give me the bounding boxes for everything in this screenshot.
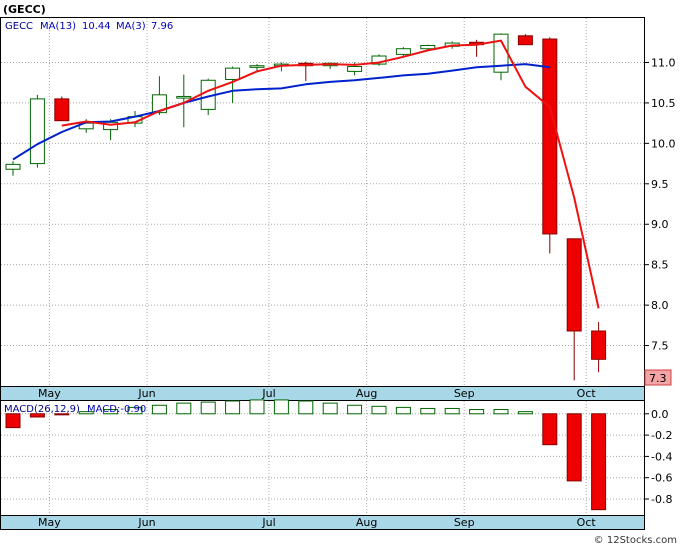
macd-bar xyxy=(395,406,411,415)
macd-bar xyxy=(566,413,582,482)
last-price-badge-label: 7.3 xyxy=(649,372,667,385)
macd-bar xyxy=(200,401,216,415)
macd-x-axis-band xyxy=(0,515,645,530)
price-y-tick-label: 8.0 xyxy=(651,299,669,312)
macd-y-tick-label: 0.0 xyxy=(651,408,669,421)
legend-ma13-value: 10.44 xyxy=(82,21,111,32)
month-label-price-axis: Sep xyxy=(454,387,475,400)
candle-body xyxy=(566,238,582,332)
macd-bar xyxy=(420,407,436,415)
macd-legend-params: MACD(26,12,9) xyxy=(4,404,80,415)
macd-y-tick-label: -0.8 xyxy=(651,493,672,506)
month-label-macd-axis: Jun xyxy=(137,516,155,529)
month-label-macd-axis: Jul xyxy=(261,516,275,529)
candle-body xyxy=(591,330,607,360)
price-y-tick-label: 10.0 xyxy=(651,137,676,150)
macd-bar xyxy=(298,400,314,415)
month-label-price-axis: May xyxy=(38,387,61,400)
macd-bar xyxy=(176,402,192,415)
month-label-price-axis: Jun xyxy=(137,387,155,400)
price-y-tick-label: 11.0 xyxy=(651,56,676,69)
candle-body xyxy=(225,67,241,80)
price-x-axis-band xyxy=(0,386,645,401)
macd-bar xyxy=(273,399,289,415)
candle-body xyxy=(347,66,363,72)
macd-bar xyxy=(322,402,338,415)
macd-bar xyxy=(371,405,387,415)
macd-bar xyxy=(225,400,241,415)
month-label-macd-axis: May xyxy=(38,516,61,529)
candle-body xyxy=(54,98,70,122)
month-label-price-axis: Jul xyxy=(261,387,275,400)
chart-title: (GECC) xyxy=(3,3,46,16)
macd-y-tick-label: -0.6 xyxy=(651,472,672,485)
macd-y-tick-label: -0.4 xyxy=(651,450,672,463)
macd-legend-value: MACD:-0.90 xyxy=(87,404,146,415)
macd-bar xyxy=(469,409,485,415)
stock-chart-container: 11.0 10.5 10.0 9.5 9.0 8.5 8.0 7.5 0.0 -0.2 -0.4 -… xyxy=(0,0,680,546)
macd-bar xyxy=(517,411,533,415)
month-label-macd-axis: Oct xyxy=(577,516,597,529)
macd-bar xyxy=(542,413,558,446)
month-label-price-axis: Oct xyxy=(577,387,597,400)
candle-body xyxy=(176,95,192,99)
watermark: © 12Stocks.com xyxy=(594,535,677,546)
month-label-macd-axis: Sep xyxy=(454,516,475,529)
legend-symbol: GECC xyxy=(5,21,33,32)
candle-body xyxy=(517,35,533,46)
price-y-tick-label: 10.5 xyxy=(651,97,676,110)
macd-bar xyxy=(151,404,167,415)
candle-body xyxy=(249,65,265,68)
month-label-macd-axis: Aug xyxy=(356,516,377,529)
macd-bar xyxy=(347,404,363,415)
candle-body xyxy=(395,48,411,55)
macd-y-axis: 0.0 -0.2 -0.4 -0.6 -0.8 xyxy=(645,408,672,506)
month-label-price-axis: Aug xyxy=(356,387,377,400)
macd-bar xyxy=(493,409,509,415)
macd-y-tick-label: -0.2 xyxy=(651,429,672,442)
candle-body xyxy=(420,44,436,50)
price-y-tick-label: 7.5 xyxy=(651,340,669,353)
price-y-axis: 11.0 10.5 10.0 9.5 9.0 8.5 8.0 7.5 xyxy=(645,56,676,353)
price-y-tick-label: 9.5 xyxy=(651,178,669,191)
macd-bar xyxy=(5,413,21,429)
stock-chart: 11.0 10.5 10.0 9.5 9.0 8.5 8.0 7.5 0.0 -0.2 -0.4 -… xyxy=(0,3,677,546)
legend-ma13-label: MA(13) xyxy=(40,21,76,32)
price-y-tick-label: 8.5 xyxy=(651,259,669,272)
macd-bar xyxy=(249,399,265,415)
candle-body xyxy=(29,98,45,165)
macd-bar xyxy=(591,413,607,511)
legend-ma3-label: MA(3) xyxy=(116,21,146,32)
price-y-tick-label: 9.0 xyxy=(651,218,669,231)
candle-body xyxy=(5,163,21,170)
macd-bar xyxy=(444,407,460,415)
candle-body xyxy=(542,38,558,235)
legend-ma3-value: 7.96 xyxy=(151,21,173,32)
